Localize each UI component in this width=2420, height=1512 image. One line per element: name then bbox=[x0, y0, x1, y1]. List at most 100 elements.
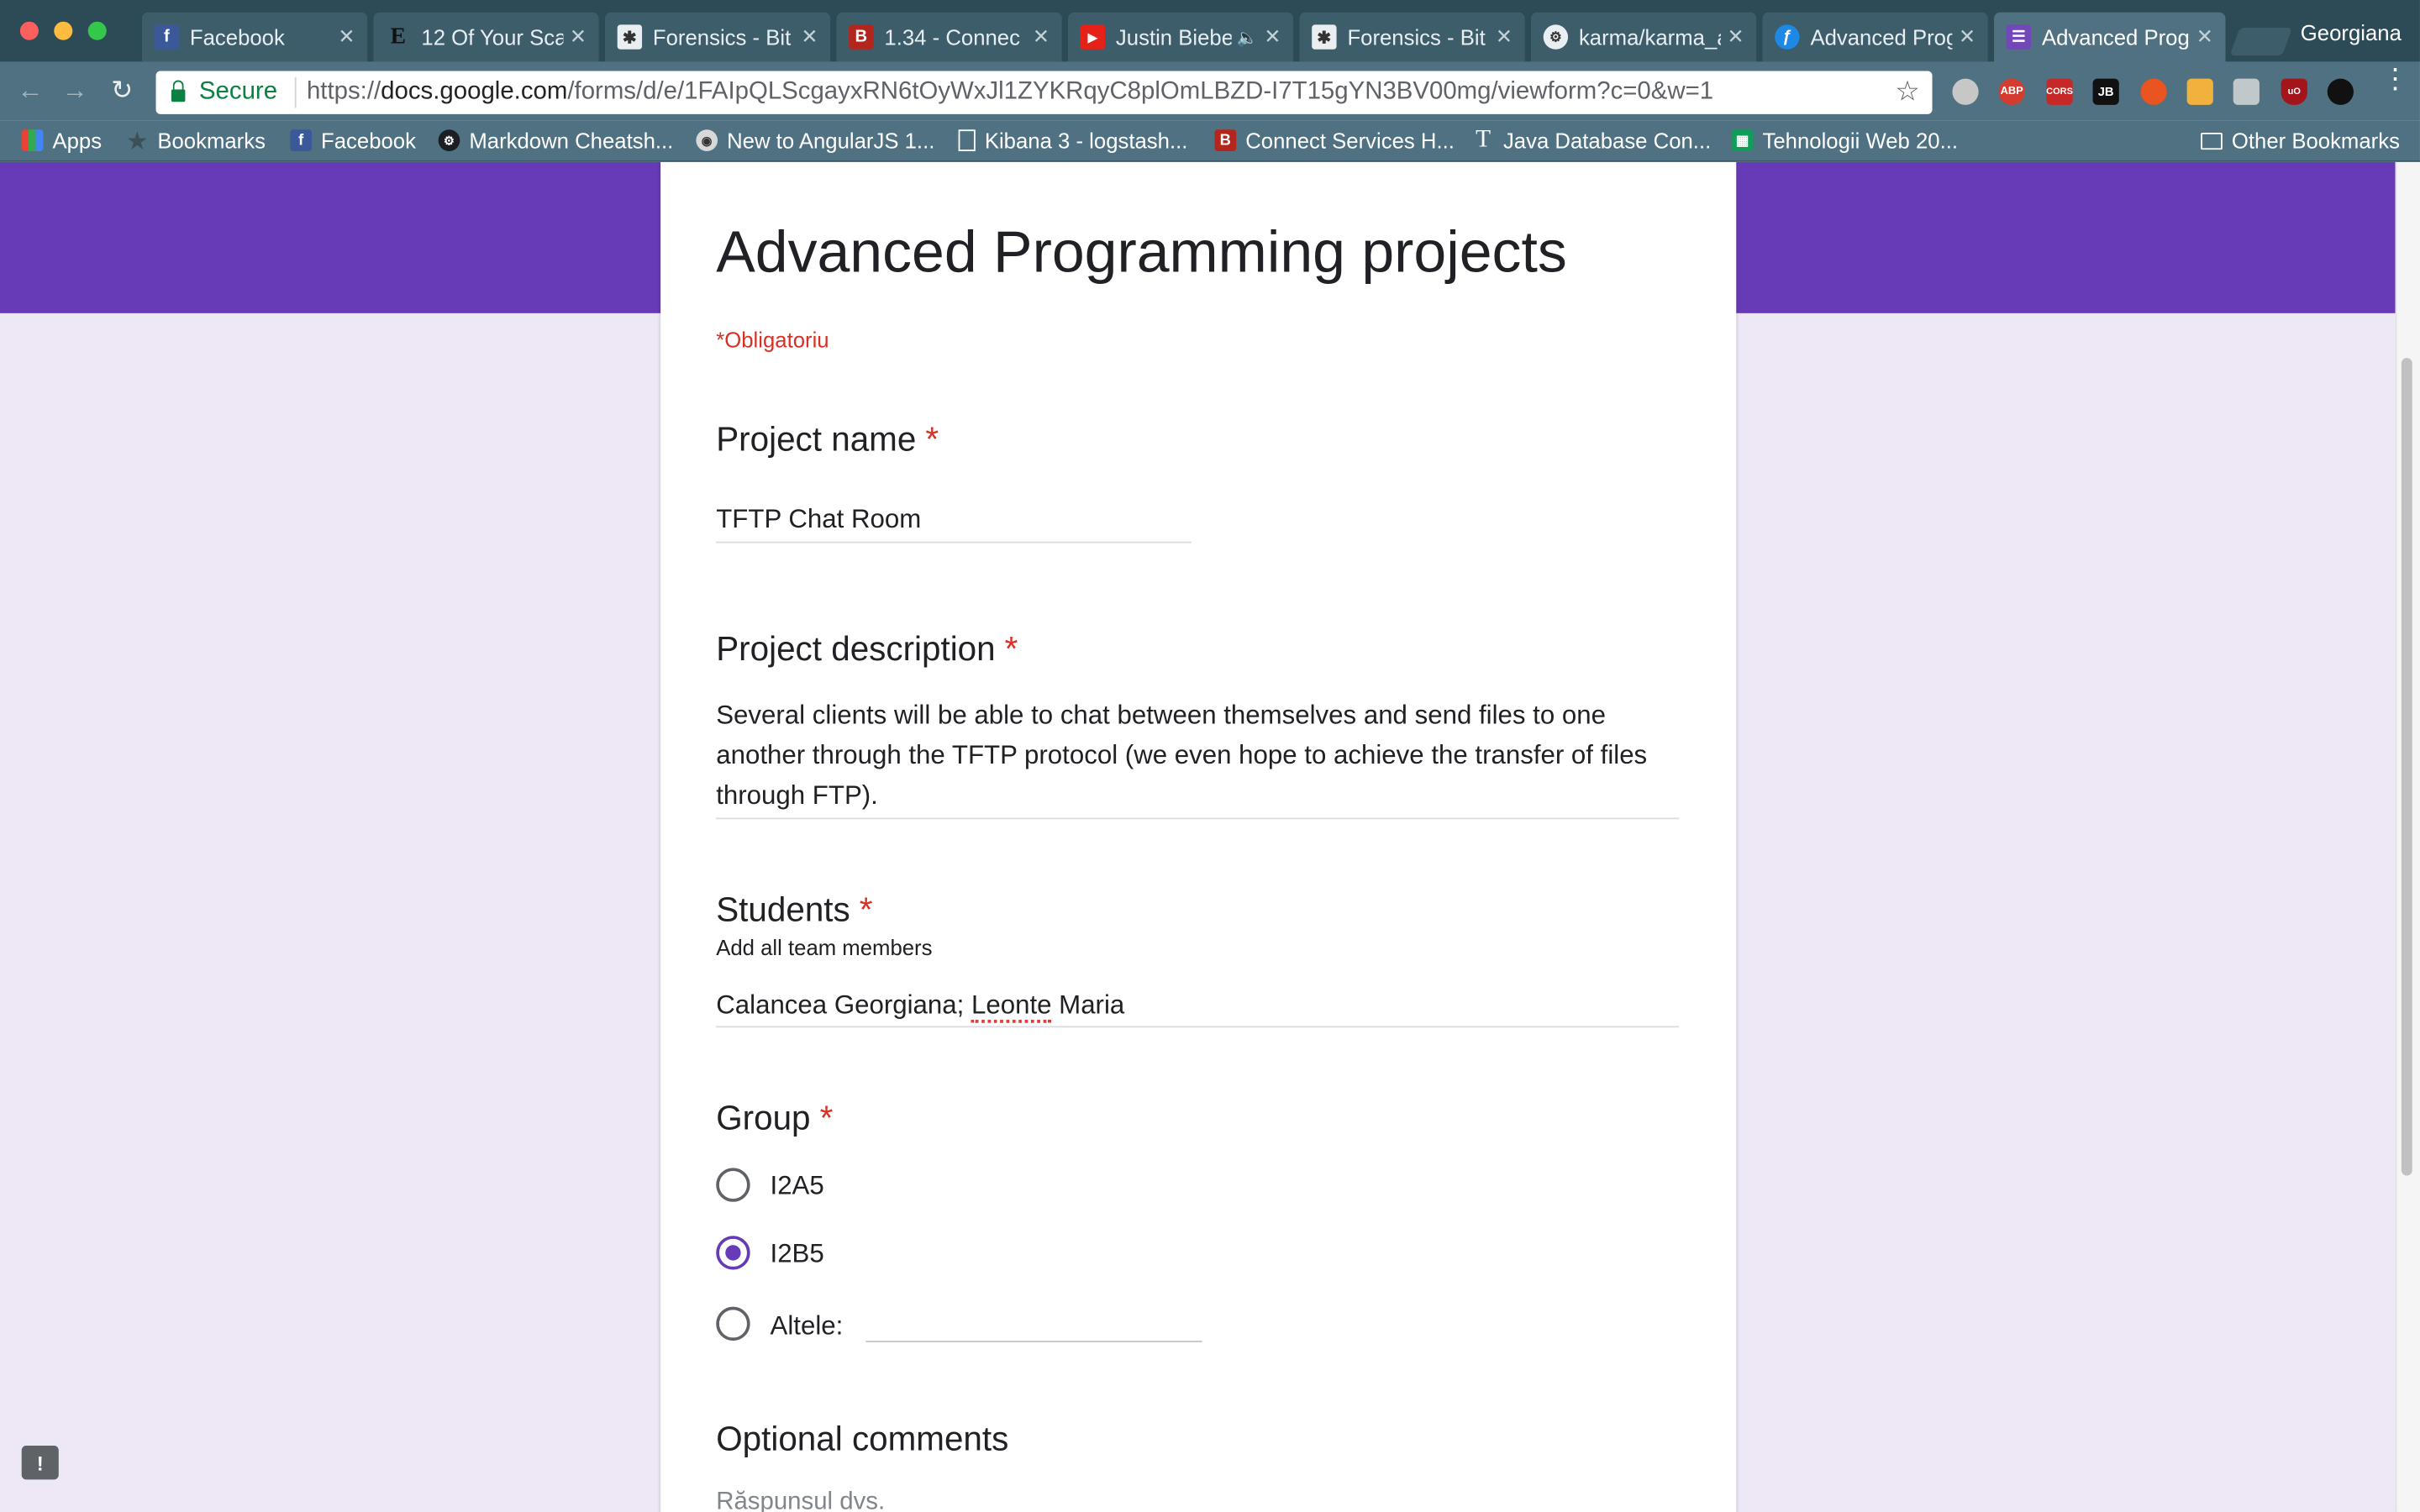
browser-tab[interactable]: f Facebook ✕ bbox=[141, 12, 368, 62]
radio-label[interactable]: I2A5 bbox=[771, 1171, 824, 1202]
cors-icon[interactable]: CORS bbox=[2046, 78, 2073, 105]
menu-kebab-icon[interactable]: ⋮ bbox=[2381, 65, 2409, 92]
bookmark-angularjs[interactable]: ◉ New to AngularJS 1... bbox=[696, 128, 934, 153]
required-asterisk: * bbox=[1004, 629, 1018, 669]
question-help-text: Add all team members bbox=[716, 935, 933, 960]
bookmark-bookmarks[interactable]: ★ Bookmarks bbox=[127, 127, 266, 153]
scrollbar-thumb[interactable] bbox=[2401, 358, 2412, 1176]
t-icon: T bbox=[1476, 126, 1491, 153]
browser-tab[interactable]: ⚙ karma/karma_a ✕ bbox=[1531, 12, 1757, 62]
radio-option-i2b5[interactable] bbox=[716, 1236, 750, 1270]
close-tab-icon[interactable]: ✕ bbox=[1496, 24, 1512, 49]
forms-icon: ƒ bbox=[1775, 24, 1800, 50]
extension-icon[interactable] bbox=[2233, 78, 2260, 105]
input-underline bbox=[716, 541, 1192, 543]
close-tab-icon[interactable]: ✕ bbox=[1959, 24, 1975, 49]
minimize-window-button[interactable] bbox=[54, 21, 73, 40]
ghostery-icon[interactable] bbox=[1952, 78, 1979, 105]
reload-icon[interactable]: ↻ bbox=[111, 76, 133, 105]
profile-name[interactable]: Georgiana bbox=[2301, 20, 2402, 45]
browser-tab[interactable]: B 1.34 - Connec ✕ bbox=[836, 12, 1062, 62]
browser-tab[interactable]: ✱ Forensics - Bit ✕ bbox=[604, 12, 831, 62]
lock-icon bbox=[171, 80, 186, 102]
answer-text: Calancea Georgiana; bbox=[716, 990, 972, 1021]
address-bar[interactable]: Secure https://docs.google.com/forms/d/e… bbox=[155, 71, 1933, 114]
other-text-input[interactable] bbox=[865, 1341, 1202, 1342]
tab-title: Forensics - Bit bbox=[652, 24, 792, 50]
back-arrow-icon[interactable]: ← bbox=[17, 76, 43, 105]
required-note: *Obligatoriu bbox=[716, 327, 829, 352]
new-tab-button[interactable] bbox=[2229, 28, 2293, 56]
jetbrains-icon[interactable]: JB bbox=[2092, 78, 2119, 105]
radio-option-other[interactable] bbox=[716, 1306, 750, 1341]
tab-title: 1.34 - Connec bbox=[884, 24, 1020, 50]
url-text[interactable]: https://docs.google.com/forms/d/e/1FAIpQ… bbox=[307, 79, 1713, 107]
tab-title: Forensics - Bit bbox=[1347, 24, 1486, 50]
bookmark-label: Apps bbox=[52, 128, 103, 153]
students-input[interactable]: Calancea Georgiana; Leonte Maria bbox=[716, 990, 1125, 1023]
project-description-textarea[interactable]: Several clients will be able to chat bet… bbox=[716, 696, 1679, 816]
required-asterisk: * bbox=[819, 1098, 834, 1137]
optional-comments-input[interactable]: Răspunsul dvs. bbox=[716, 1488, 885, 1512]
browser-tab[interactable]: ✱ Forensics - Bit ✕ bbox=[1299, 12, 1525, 62]
ubuntu-icon[interactable] bbox=[2140, 78, 2167, 105]
divider bbox=[294, 76, 297, 108]
bomb-icon[interactable] bbox=[2327, 78, 2354, 105]
secure-label: Secure bbox=[198, 78, 278, 105]
tab-title: Justin Biebe bbox=[1115, 24, 1233, 50]
close-tab-icon[interactable]: ✕ bbox=[1727, 24, 1744, 49]
folder-icon bbox=[2201, 132, 2223, 150]
radio-option-i2a5[interactable] bbox=[716, 1168, 750, 1202]
zoom-window-button[interactable] bbox=[87, 21, 107, 40]
url-host: docs.google.com bbox=[381, 78, 568, 105]
tab-title: Advanced Prog bbox=[2041, 24, 2190, 50]
radio-label[interactable]: Altele: bbox=[771, 1311, 844, 1342]
bookmark-tehnologii-web[interactable]: ▦ Tehnologii Web 20... bbox=[1731, 128, 1959, 153]
browser-tab[interactable]: ƒ Advanced Prog ✕ bbox=[1762, 12, 1988, 62]
close-tab-icon[interactable]: ✕ bbox=[338, 24, 355, 49]
close-tab-icon[interactable]: ✕ bbox=[1033, 24, 1050, 49]
star-icon: ★ bbox=[127, 127, 148, 152]
esquire-icon: E bbox=[390, 24, 407, 49]
postman-icon[interactable] bbox=[2186, 78, 2213, 105]
feedback-icon[interactable]: ! bbox=[21, 1445, 59, 1480]
close-tab-icon[interactable]: ✕ bbox=[570, 24, 587, 49]
bookmark-kibana[interactable]: Kibana 3 - logstash... bbox=[958, 128, 1187, 153]
url-path: /forms/d/e/1FAIpQLScgayxRN6tOyWxJl1ZYKRq… bbox=[567, 78, 1714, 105]
bitbucket-icon: ✱ bbox=[617, 24, 643, 50]
browser-tab-active[interactable]: ☰ Advanced Prog ✕ bbox=[1994, 12, 2226, 62]
bookmark-markdown[interactable]: ⚙ Markdown Cheatsh... bbox=[438, 128, 673, 153]
radio-label[interactable]: I2B5 bbox=[771, 1239, 824, 1270]
question-title: Optional comments bbox=[716, 1419, 1009, 1458]
close-tab-icon[interactable]: ✕ bbox=[2196, 24, 2213, 49]
ublock-icon[interactable]: uO bbox=[2281, 78, 2307, 105]
question-project-name: Project name * bbox=[716, 420, 939, 460]
facebook-icon: f bbox=[290, 129, 313, 151]
close-tab-icon[interactable]: ✕ bbox=[1264, 24, 1281, 49]
browser-tab[interactable]: ▶ Justin Biebe 🔈 ✕ bbox=[1067, 12, 1294, 62]
adblock-icon[interactable]: ABP bbox=[1998, 78, 2025, 105]
bookmark-label: Other Bookmarks bbox=[2231, 128, 2400, 153]
forward-arrow-icon[interactable]: → bbox=[61, 76, 87, 105]
close-window-button[interactable] bbox=[19, 21, 39, 40]
page-content: Advanced Programming projects *Obligator… bbox=[0, 161, 2396, 1512]
bookmark-other-bookmarks[interactable]: Other Bookmarks bbox=[2201, 128, 2400, 153]
answer-text: Maria bbox=[1051, 990, 1125, 1021]
project-name-input[interactable]: TFTP Chat Room bbox=[716, 505, 921, 536]
bookmark-java-database[interactable]: T Java Database Con... bbox=[1472, 126, 1711, 153]
question-title: Project description bbox=[716, 629, 996, 669]
browser-tab[interactable]: E 12 Of Your Sca ✕ bbox=[373, 12, 599, 62]
bookmark-label: Tehnologii Web 20... bbox=[1762, 128, 1959, 153]
bookmark-facebook[interactable]: f Facebook bbox=[290, 128, 416, 153]
bookmark-star-icon[interactable]: ☆ bbox=[1895, 76, 1920, 108]
forms-icon: ☰ bbox=[2006, 24, 2032, 50]
bookmark-apps[interactable]: Apps bbox=[21, 128, 103, 153]
tab-title: 12 Of Your Sca bbox=[421, 24, 564, 50]
audio-playing-icon[interactable]: 🔈 bbox=[1237, 27, 1258, 47]
question-group: Group * bbox=[716, 1099, 833, 1139]
question-title: Students bbox=[716, 890, 850, 929]
bookmark-connect-services[interactable]: B Connect Services H... bbox=[1214, 128, 1455, 153]
required-asterisk: * bbox=[859, 890, 873, 929]
close-tab-icon[interactable]: ✕ bbox=[801, 24, 818, 49]
sheets-icon: ▦ bbox=[1731, 129, 1754, 151]
